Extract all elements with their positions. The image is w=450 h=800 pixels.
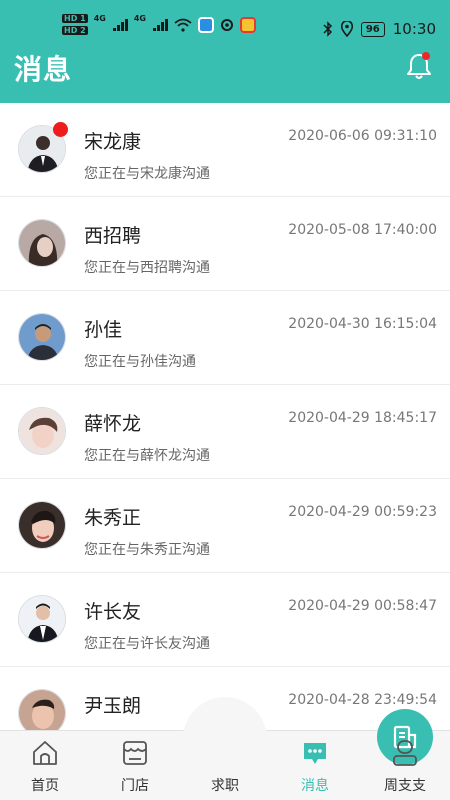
tab-store[interactable]: 门店 (90, 731, 180, 800)
avatar (18, 407, 66, 455)
contact-name: 宋龙康 (84, 131, 142, 153)
signal-bars-2-icon (152, 18, 168, 31)
avatar (18, 313, 66, 361)
tab-home-label: 首页 (31, 778, 59, 794)
battery-indicator: 96 (360, 21, 385, 37)
message-row[interactable]: 薛怀龙 您正在与薛怀龙沟通 2020-04-29 18:45:17 (0, 385, 450, 479)
unread-dot (53, 122, 68, 137)
bottom-tab-bar: 首页 门店 求职 消息 周支支 (0, 697, 450, 800)
message-preview: 您正在与宋龙康沟通 (84, 166, 210, 182)
contact-name: 孙佳 (84, 319, 123, 341)
contact-name: 西招聘 (84, 225, 142, 247)
message-icon (304, 743, 326, 764)
message-preview: 您正在与薛怀龙沟通 (84, 448, 210, 464)
tab-store-label: 门店 (121, 778, 149, 794)
wifi-icon (174, 18, 192, 32)
hd-chip-2: HD 2 (62, 26, 88, 35)
signal-label-2: 4G (133, 14, 146, 23)
contact-name: 尹玉朗 (84, 695, 142, 717)
message-row[interactable]: 孙佳 您正在与孙佳沟通 2020-04-30 16:15:04 (0, 291, 450, 385)
location-icon (340, 21, 353, 37)
page-title: 消息 (14, 53, 73, 86)
message-preview: 您正在与许长友沟通 (84, 636, 210, 652)
tab-profile[interactable]: 周支支 (360, 731, 450, 800)
signal-label-1: 4G (93, 14, 106, 23)
hd-chip-1: HD 1 (62, 14, 88, 23)
tab-messages-label: 消息 (301, 778, 329, 794)
news-app-icon (239, 16, 256, 33)
message-preview: 您正在与朱秀正沟通 (84, 542, 210, 558)
store-icon (123, 741, 147, 765)
message-time: 2020-04-29 18:45:17 (288, 410, 437, 426)
status-bar: HD 1 HD 2 4G 4G 96 10:30 (0, 0, 450, 44)
profile-icon (393, 740, 417, 766)
tab-job-label: 求职 (211, 778, 239, 794)
message-row[interactable]: 宋龙康 您正在与宋龙康沟通 2020-06-06 09:31:10 (0, 103, 450, 197)
message-row[interactable]: 朱秀正 您正在与朱秀正沟通 2020-04-29 00:59:23 (0, 479, 450, 573)
message-time: 2020-04-29 00:58:47 (288, 598, 437, 614)
avatar (18, 501, 66, 549)
status-time: 10:30 (392, 20, 436, 38)
home-icon (33, 741, 57, 765)
tab-profile-label: 周支支 (384, 778, 426, 794)
message-preview: 您正在与西招聘沟通 (84, 260, 210, 276)
bluetooth-icon (323, 21, 332, 37)
tab-home[interactable]: 首页 (0, 731, 90, 800)
tab-job[interactable]: 求职 (180, 709, 433, 800)
app-icon (197, 16, 214, 33)
message-preview: 您正在与孙佳沟通 (84, 354, 196, 370)
contact-name: 薛怀龙 (84, 413, 142, 435)
message-time: 2020-04-28 23:49:54 (288, 692, 437, 708)
message-time: 2020-04-29 00:59:23 (288, 504, 437, 520)
contact-name: 朱秀正 (84, 507, 142, 529)
avatar (18, 219, 66, 267)
message-time: 2020-04-30 16:15:04 (288, 316, 437, 332)
avatar (18, 595, 66, 643)
message-time: 2020-06-06 09:31:10 (288, 128, 437, 144)
message-time: 2020-05-08 17:40:00 (288, 222, 437, 238)
message-list[interactable]: 宋龙康 您正在与宋龙康沟通 2020-06-06 09:31:10 西招聘 您正… (0, 103, 450, 761)
notification-dot (422, 52, 430, 60)
contact-name: 许长友 (84, 601, 142, 623)
tab-messages[interactable]: 消息 (270, 731, 360, 800)
message-row[interactable]: 许长友 您正在与许长友沟通 2020-04-29 00:58:47 (0, 573, 450, 667)
signal-bars-1-icon (112, 18, 128, 31)
message-row[interactable]: 西招聘 您正在与西招聘沟通 2020-05-08 17:40:00 (0, 197, 450, 291)
header: HD 1 HD 2 4G 4G 96 10:30 消息 (0, 0, 450, 103)
weibo-like-icon (220, 18, 233, 31)
